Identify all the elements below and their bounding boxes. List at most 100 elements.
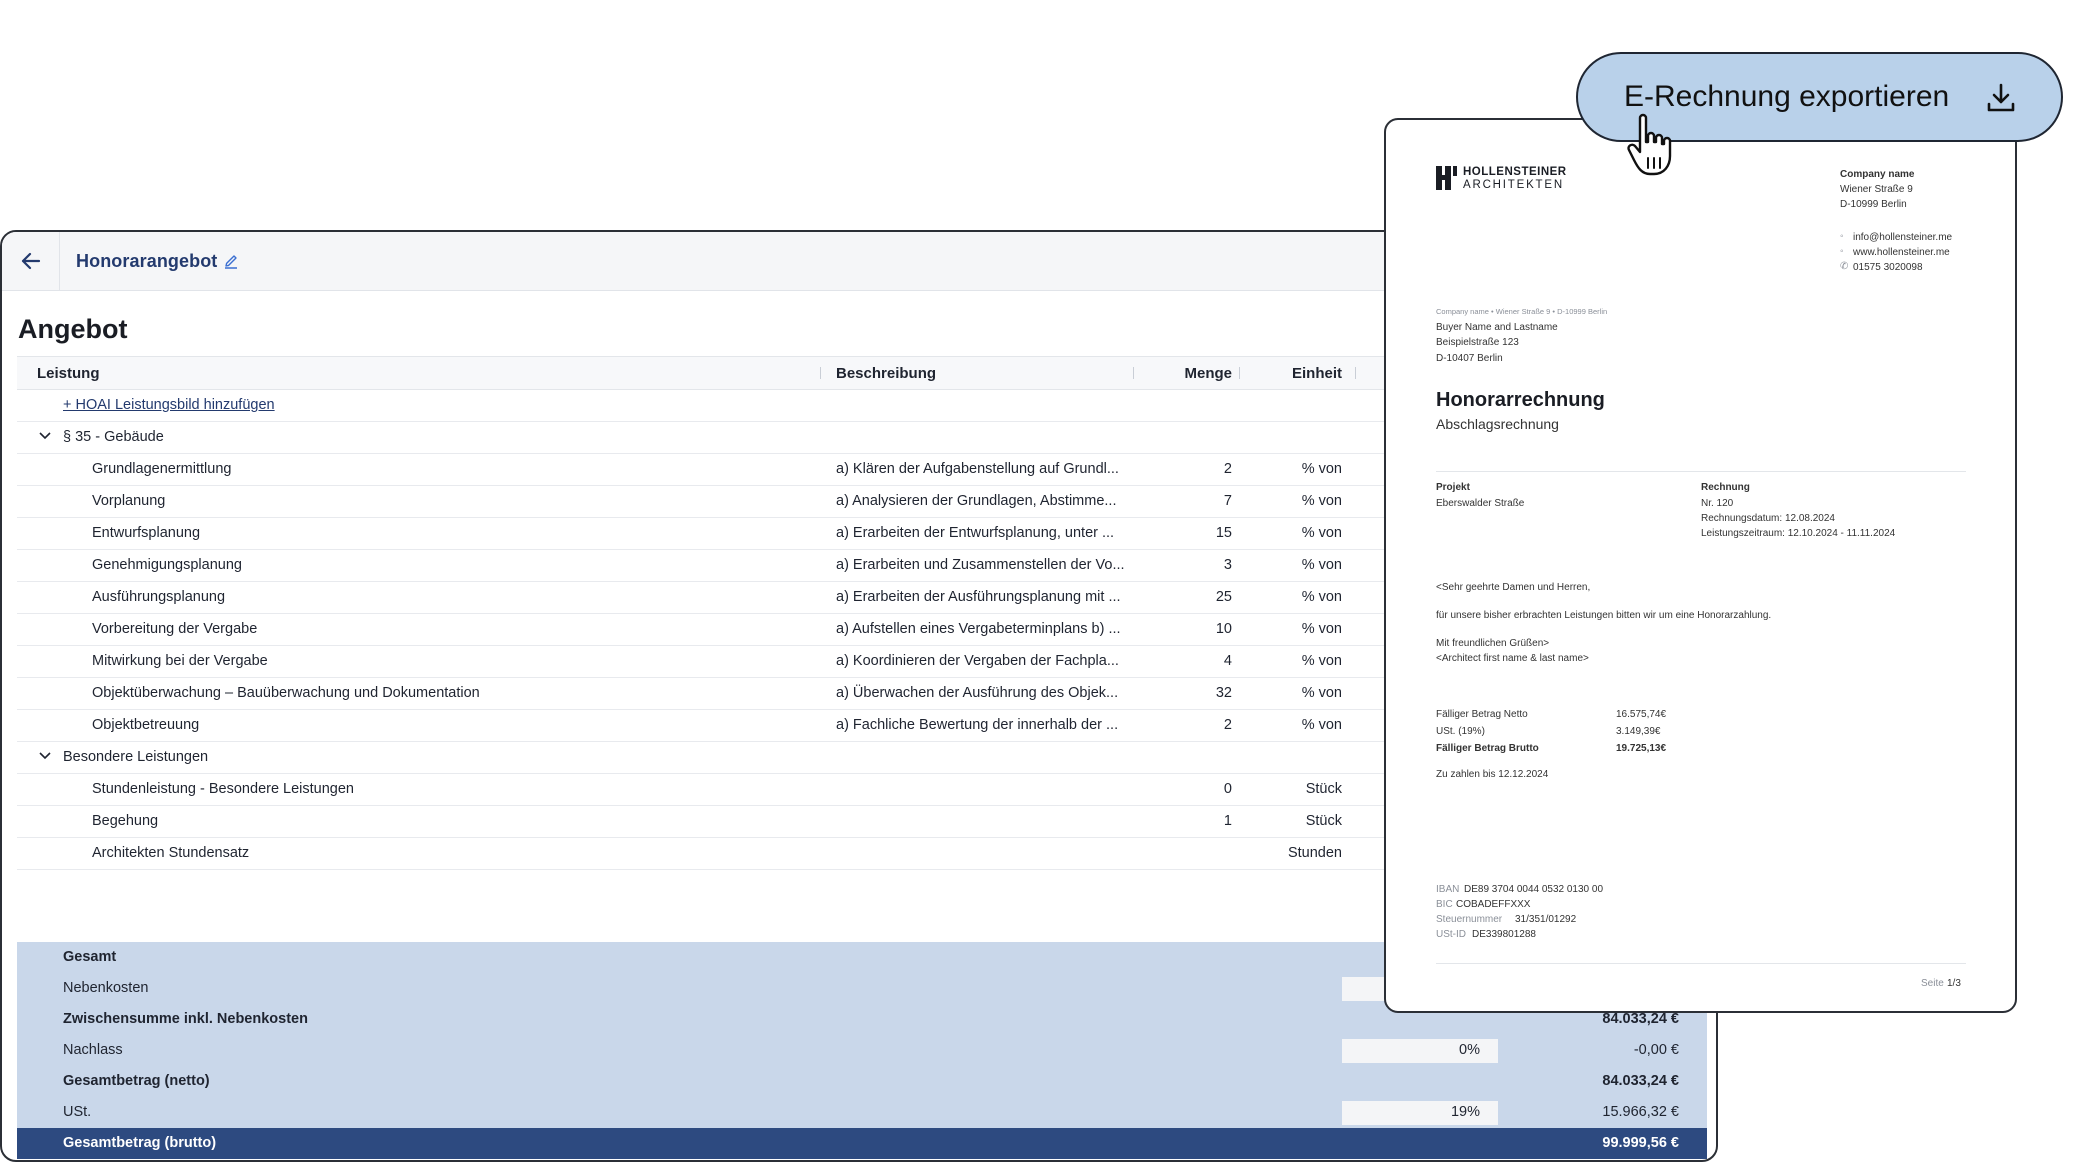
cell-menge[interactable]: 3: [1117, 557, 1232, 573]
cell-leistung: Vorplanung: [92, 493, 166, 509]
invoice-title: Honorarrechnung: [1436, 389, 1605, 411]
nebenkosten-label: Nebenkosten: [63, 980, 149, 996]
cell-einheit: % von: [1301, 525, 1342, 541]
cell-einheit: Stück: [1305, 813, 1342, 829]
download-icon: [1987, 83, 2015, 112]
page-label: Seite: [1921, 978, 1944, 989]
cell-leistung: Genehmigungsplanung: [92, 557, 242, 573]
cell-beschreibung: a) Erarbeiten der Entwurfsplanung, unter…: [836, 525, 1115, 541]
buyer-name: Buyer Name and Lastname: [1436, 322, 1558, 333]
column-resize-handle[interactable]: [1355, 367, 1356, 379]
vat-due-label: USt. (19%): [1436, 726, 1485, 737]
buyer-city: D-10407 Berlin: [1436, 353, 1503, 364]
buyer-street: Beispielstraße 123: [1436, 337, 1519, 348]
cell-leistung: Begehung: [92, 813, 159, 829]
cell-menge[interactable]: 32: [1117, 685, 1232, 701]
gross-amount: 99.999,56 €: [1602, 1135, 1679, 1151]
cell-menge[interactable]: 0: [1117, 781, 1232, 797]
cell-einheit: Stück: [1305, 781, 1342, 797]
cell-leistung: Entwurfsplanung: [92, 525, 201, 541]
phone-icon: ✆: [1840, 261, 1849, 272]
vat-input[interactable]: 19%: [1342, 1101, 1498, 1125]
iban-label: IBAN: [1436, 884, 1460, 895]
cell-beschreibung: a) Fachliche Bewertung der innerhalb der…: [836, 717, 1119, 733]
service-period: Leistungszeitraum: 12.10.2024 - 11.11.20…: [1701, 528, 1896, 539]
cell-menge[interactable]: 7: [1117, 493, 1232, 509]
col-leistung[interactable]: Leistung: [37, 365, 100, 382]
cell-beschreibung: a) Koordinieren der Vergaben der Fachpla…: [836, 653, 1119, 669]
gross-due-value: 19.725,13€: [1616, 743, 1667, 754]
group-title: § 35 - Gebäude: [63, 429, 164, 445]
discount-amount: -0,00 €: [1633, 1042, 1679, 1058]
vat-amount: 15.966,32 €: [1602, 1104, 1679, 1120]
invoice-preview: HOLLENSTEINER ARCHITEKTEN Company name W…: [1384, 118, 2017, 1013]
cell-menge[interactable]: 1: [1117, 813, 1232, 829]
total-label: Gesamt: [63, 949, 117, 965]
column-resize-handle[interactable]: [820, 367, 821, 379]
column-resize-handle[interactable]: [1239, 367, 1240, 379]
discount-input[interactable]: 0%: [1342, 1039, 1498, 1063]
cell-einheit: % von: [1301, 685, 1342, 701]
net-due-value: 16.575,74€: [1616, 709, 1667, 720]
closing-line1: Mit freundlichen Grüßen>: [1436, 638, 1550, 649]
cell-leistung: Objektbetreuung: [92, 717, 200, 733]
cell-menge[interactable]: 2: [1117, 717, 1232, 733]
export-button-label: E-Rechnung exportieren: [1624, 80, 1950, 113]
company-street: Wiener Straße 9: [1840, 184, 1913, 195]
cell-beschreibung: a) Aufstellen eines Vergabeterminplans b…: [836, 621, 1121, 637]
gross-row: Gesamtbetrag (brutto) 99.999,56 €: [17, 1128, 1707, 1159]
gross-due-label: Fälliger Betrag Brutto: [1436, 743, 1539, 754]
project-value: Eberswalder Straße: [1436, 498, 1525, 509]
cell-leistung: Objektüberwachung – Bauüberwachung und D…: [92, 685, 480, 701]
chevron-down-icon[interactable]: [39, 431, 51, 441]
cell-menge[interactable]: 4: [1117, 653, 1232, 669]
invoice-date: Rechnungsdatum: 12.08.2024: [1701, 513, 1835, 524]
footer-divider: [1436, 963, 1966, 964]
closing-line2: <Architect first name & last name>: [1436, 653, 1589, 664]
net-amount: 84.033,24 €: [1602, 1073, 1679, 1089]
tax-number-value: 31/351/01292: [1515, 914, 1577, 925]
cell-menge[interactable]: 10: [1117, 621, 1232, 637]
cell-menge[interactable]: 2: [1117, 461, 1232, 477]
cell-menge[interactable]: 25: [1117, 589, 1232, 605]
cell-einheit: % von: [1301, 653, 1342, 669]
globe-icon: ◦: [1840, 246, 1844, 257]
cell-menge[interactable]: 15: [1117, 525, 1232, 541]
sender-line: Company name • Wiener Straße 9 • D-10999…: [1436, 307, 1608, 316]
add-hoai-link[interactable]: + HOAI Leistungsbild hinzufügen: [63, 397, 275, 413]
subtotal-amount: 84.033,24 €: [1602, 1011, 1679, 1027]
cell-beschreibung: a) Erarbeiten der Ausführungsplanung mit…: [836, 589, 1121, 605]
divider: [1436, 471, 1966, 472]
page-value: 1/3: [1947, 978, 1961, 989]
logo-line1: HOLLENSTEINER: [1463, 166, 1567, 178]
greeting: <Sehr geehrte Damen und Herren,: [1436, 582, 1591, 593]
project-label: Projekt: [1436, 482, 1470, 493]
col-menge[interactable]: Menge: [1117, 365, 1232, 382]
chevron-down-icon[interactable]: [39, 751, 51, 761]
back-button[interactable]: [2, 232, 60, 290]
cell-beschreibung: a) Erarbeiten und Zusammenstellen der Vo…: [836, 557, 1125, 573]
group-title: Besondere Leistungen: [63, 749, 209, 765]
net-row: Gesamtbetrag (netto) 84.033,24 €: [17, 1066, 1707, 1097]
pencil-icon[interactable]: [223, 253, 239, 269]
logo-line2: ARCHITEKTEN: [1463, 179, 1564, 191]
cell-einheit: % von: [1301, 557, 1342, 573]
discount-label: Nachlass: [63, 1042, 123, 1058]
col-beschreibung[interactable]: Beschreibung: [836, 365, 936, 382]
cell-einheit: Stunden: [1287, 845, 1342, 861]
cell-beschreibung: a) Analysieren der Grundlagen, Abstimme.…: [836, 493, 1117, 509]
invoice-subtitle: Abschlagsrechnung: [1436, 416, 1559, 432]
cell-leistung: Grundlagenermittlung: [92, 461, 232, 477]
cell-einheit: % von: [1301, 717, 1342, 733]
due-date: Zu zahlen bis 12.12.2024: [1436, 769, 1549, 780]
hand-cursor-icon: [1627, 113, 1672, 176]
cell-einheit: % von: [1301, 493, 1342, 509]
company-email: info@hollensteiner.me: [1853, 232, 1953, 243]
cell-beschreibung: a) Überwachen der Ausführung des Objek..…: [836, 685, 1119, 701]
company-web: www.hollensteiner.me: [1853, 247, 1950, 258]
vat-id-label: USt-ID: [1436, 929, 1466, 940]
discount-row: Nachlass 0% -0,00 €: [17, 1035, 1707, 1066]
net-due-label: Fälliger Betrag Netto: [1436, 709, 1528, 720]
col-einheit[interactable]: Einheit: [1267, 365, 1342, 382]
body-text: für unsere bisher erbrachten Leistungen …: [1436, 610, 1772, 621]
